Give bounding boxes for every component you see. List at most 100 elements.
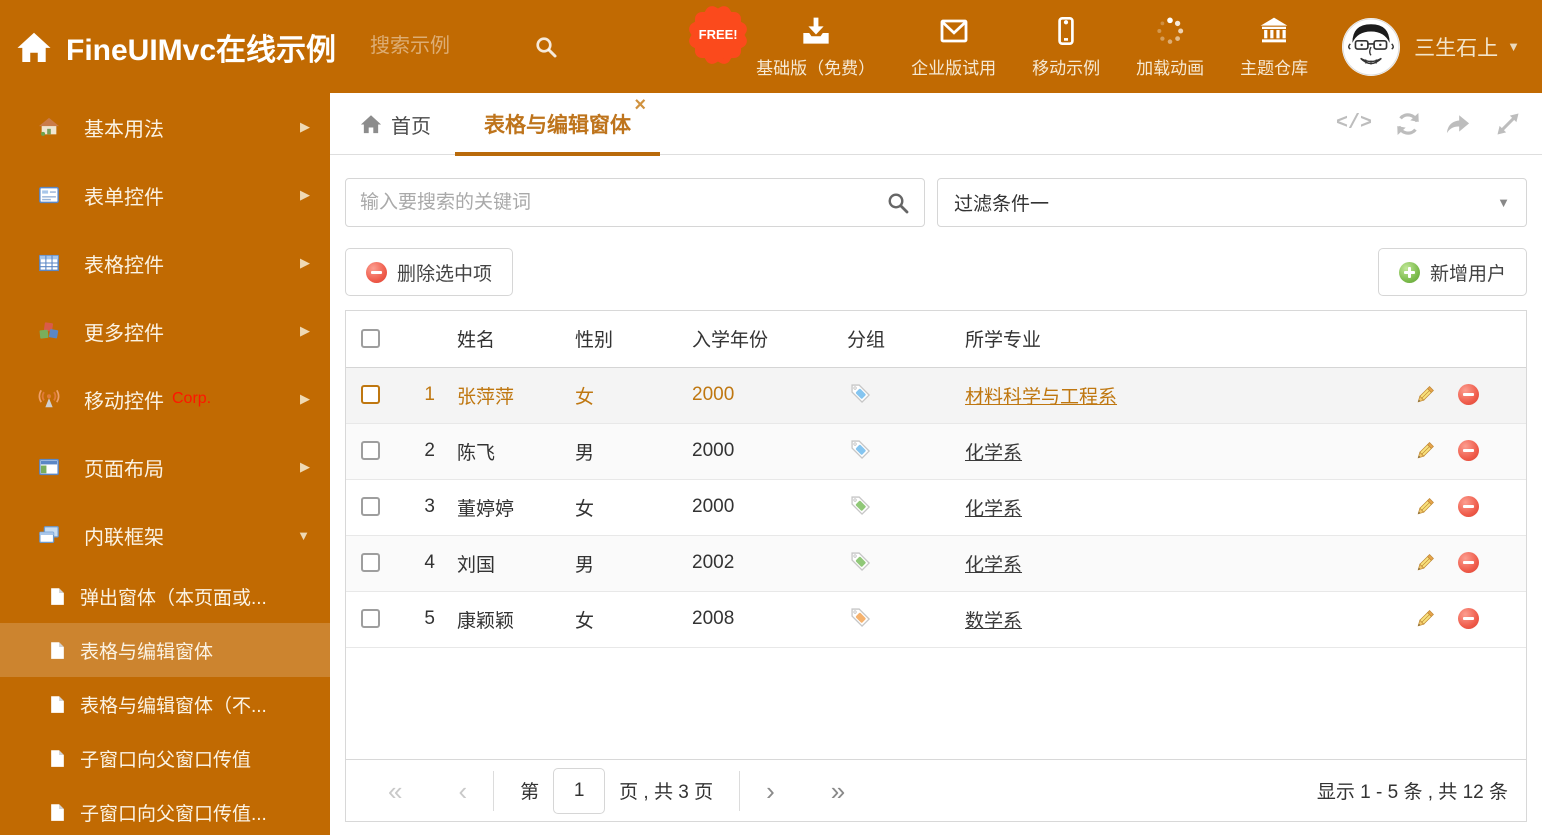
sidebar-item-basic[interactable]: 基本用法 ▶ (0, 93, 330, 161)
page-number-input[interactable] (553, 767, 606, 814)
student-gender: 男 (575, 442, 595, 464)
avatar[interactable] (1342, 17, 1401, 76)
filter-dropdown[interactable]: 过滤条件一 ▼ (937, 178, 1527, 227)
header-actions: FREE! 基础版（免费） 企业版试用 移动示例 加载动画 主题仓库 三生石上 … (686, 3, 1542, 79)
sidebar-subitem-grid-window[interactable]: 表格与编辑窗体 (0, 623, 330, 677)
first-page-button[interactable]: « (388, 778, 402, 804)
row-checkbox[interactable] (361, 385, 380, 405)
search-icon[interactable] (534, 35, 558, 59)
last-page-button[interactable]: » (831, 778, 845, 804)
filter-row: 过滤条件一 ▼ (345, 178, 1527, 227)
sidebar-item-form[interactable]: 表单控件 ▶ (0, 161, 330, 229)
record-summary: 显示 1 - 5 条 , 共 12 条 (1316, 782, 1508, 803)
major-link[interactable]: 材料科学与工程系 (965, 387, 1117, 408)
refresh-icon[interactable] (1394, 110, 1422, 138)
home-icon (360, 113, 382, 135)
table-row: 1 张萍萍 女 2000 材料科学与工程系 (346, 367, 1526, 423)
expand-icon[interactable] (1494, 110, 1522, 138)
row-checkbox[interactable] (361, 497, 380, 517)
tag-icon (847, 492, 871, 516)
row-checkbox[interactable] (361, 441, 380, 461)
table-row: 2 陈飞 男 2000 化学系 (346, 423, 1526, 479)
main-panel: 首页 表格与编辑窗体 × </> 输入要搜索的关键词 过滤条件一 ▼ 删除选中项… (330, 93, 1542, 835)
tab-grid-window[interactable]: 表格与编辑窗体 × (455, 93, 660, 156)
major-link[interactable]: 化学系 (965, 499, 1022, 520)
page-prefix: 第 (520, 782, 540, 803)
user-menu[interactable]: 三生石上 ▼ (1414, 32, 1520, 62)
sidebar-item-more[interactable]: 更多控件 ▶ (0, 297, 330, 365)
corp-badge: Corp. (172, 390, 212, 407)
row-checkbox[interactable] (361, 553, 380, 573)
header-action-loading[interactable]: 加载动画 (1136, 15, 1204, 79)
student-gender: 女 (575, 498, 595, 520)
divider (493, 770, 495, 811)
next-page-button[interactable]: › (766, 778, 775, 804)
select-all-checkbox[interactable] (361, 329, 380, 349)
page-icon (48, 695, 67, 714)
close-icon[interactable]: × (634, 95, 646, 115)
col-actions (1406, 311, 1526, 367)
sidebar-subitem-popup[interactable]: 弹出窗体（本页面或... (0, 569, 330, 623)
student-name: 康颖颖 (457, 610, 515, 632)
delete-icon[interactable] (1458, 552, 1479, 574)
sidebar-subitem-grid-window-2[interactable]: 表格与编辑窗体（不... (0, 677, 330, 731)
header-search-input[interactable] (370, 35, 521, 58)
major-link[interactable]: 数学系 (965, 611, 1022, 632)
edit-icon[interactable] (1414, 608, 1436, 630)
header-action-themes[interactable]: 主题仓库 (1240, 15, 1308, 79)
divider (739, 770, 741, 811)
table-icon (38, 252, 60, 274)
edit-icon[interactable] (1414, 384, 1436, 406)
sidebar-item-grid[interactable]: 表格控件 ▶ (0, 229, 330, 297)
col-gender: 性别 (575, 330, 614, 352)
sidebar-item-iframe[interactable]: 内联框架 ▼ (0, 501, 330, 569)
delete-icon[interactable] (1458, 496, 1479, 518)
major-link[interactable]: 化学系 (965, 443, 1022, 464)
source-code-icon[interactable]: </> (1336, 110, 1372, 138)
sidebar-item-mobile[interactable]: 移动控件 Corp. ▶ (0, 365, 330, 433)
header-action-basic[interactable]: FREE! 基础版（免费） (686, 3, 875, 79)
frames-icon (38, 524, 60, 546)
prev-page-button[interactable]: ‹ (458, 778, 467, 804)
user-name: 三生石上 (1414, 36, 1499, 60)
share-icon[interactable] (1444, 110, 1472, 138)
tab-home[interactable]: 首页 (360, 93, 431, 155)
sidebar-subitem-child-value[interactable]: 子窗口向父窗口传值 (0, 731, 330, 785)
download-icon (800, 15, 832, 47)
enroll-year: 2000 (692, 384, 735, 405)
delete-icon[interactable] (1458, 608, 1479, 630)
row-checkbox[interactable] (361, 609, 380, 629)
bank-icon (1258, 15, 1290, 47)
row-number: 3 (424, 496, 435, 517)
chevron-right-icon: ▶ (300, 119, 310, 134)
add-user-button[interactable]: 新增用户 (1377, 248, 1527, 296)
major-link[interactable]: 化学系 (965, 555, 1022, 576)
spinner-icon (1154, 15, 1186, 47)
col-index (401, 311, 449, 367)
header-action-mobile[interactable]: 移动示例 (1032, 15, 1100, 79)
edit-icon[interactable] (1414, 552, 1436, 574)
delete-selected-button[interactable]: 删除选中项 (345, 248, 514, 296)
delete-icon[interactable] (1458, 440, 1479, 462)
layout-icon (38, 456, 60, 478)
home-icon[interactable] (16, 29, 52, 65)
plus-icon (1398, 261, 1420, 283)
header-action-enterprise[interactable]: 企业版试用 (911, 15, 996, 79)
edit-icon[interactable] (1414, 496, 1436, 518)
chevron-right-icon: ▶ (300, 187, 310, 202)
col-major: 所学专业 (965, 330, 1042, 352)
sidebar-item-layout[interactable]: 页面布局 ▶ (0, 433, 330, 501)
student-gender: 女 (575, 610, 595, 632)
page-icon (48, 641, 67, 660)
delete-icon[interactable] (1458, 384, 1479, 406)
edit-icon[interactable] (1414, 440, 1436, 462)
search-icon[interactable] (886, 191, 910, 215)
sidebar-subitem-child-value-2[interactable]: 子窗口向父窗口传值... (0, 785, 330, 835)
chevron-down-icon: ▼ (1497, 195, 1510, 210)
data-grid: 姓名 性别 入学年份 分组 所学专业 1 张萍萍女 2000 材料科学与工程系 2 陈飞男… (345, 310, 1527, 822)
table-row: 4 刘国 男 2002 化学系 (346, 535, 1526, 591)
chevron-down-icon: ▼ (297, 527, 310, 543)
cubes-icon (38, 320, 60, 342)
col-name: 姓名 (457, 330, 496, 352)
keyword-search-input[interactable] (360, 191, 886, 214)
